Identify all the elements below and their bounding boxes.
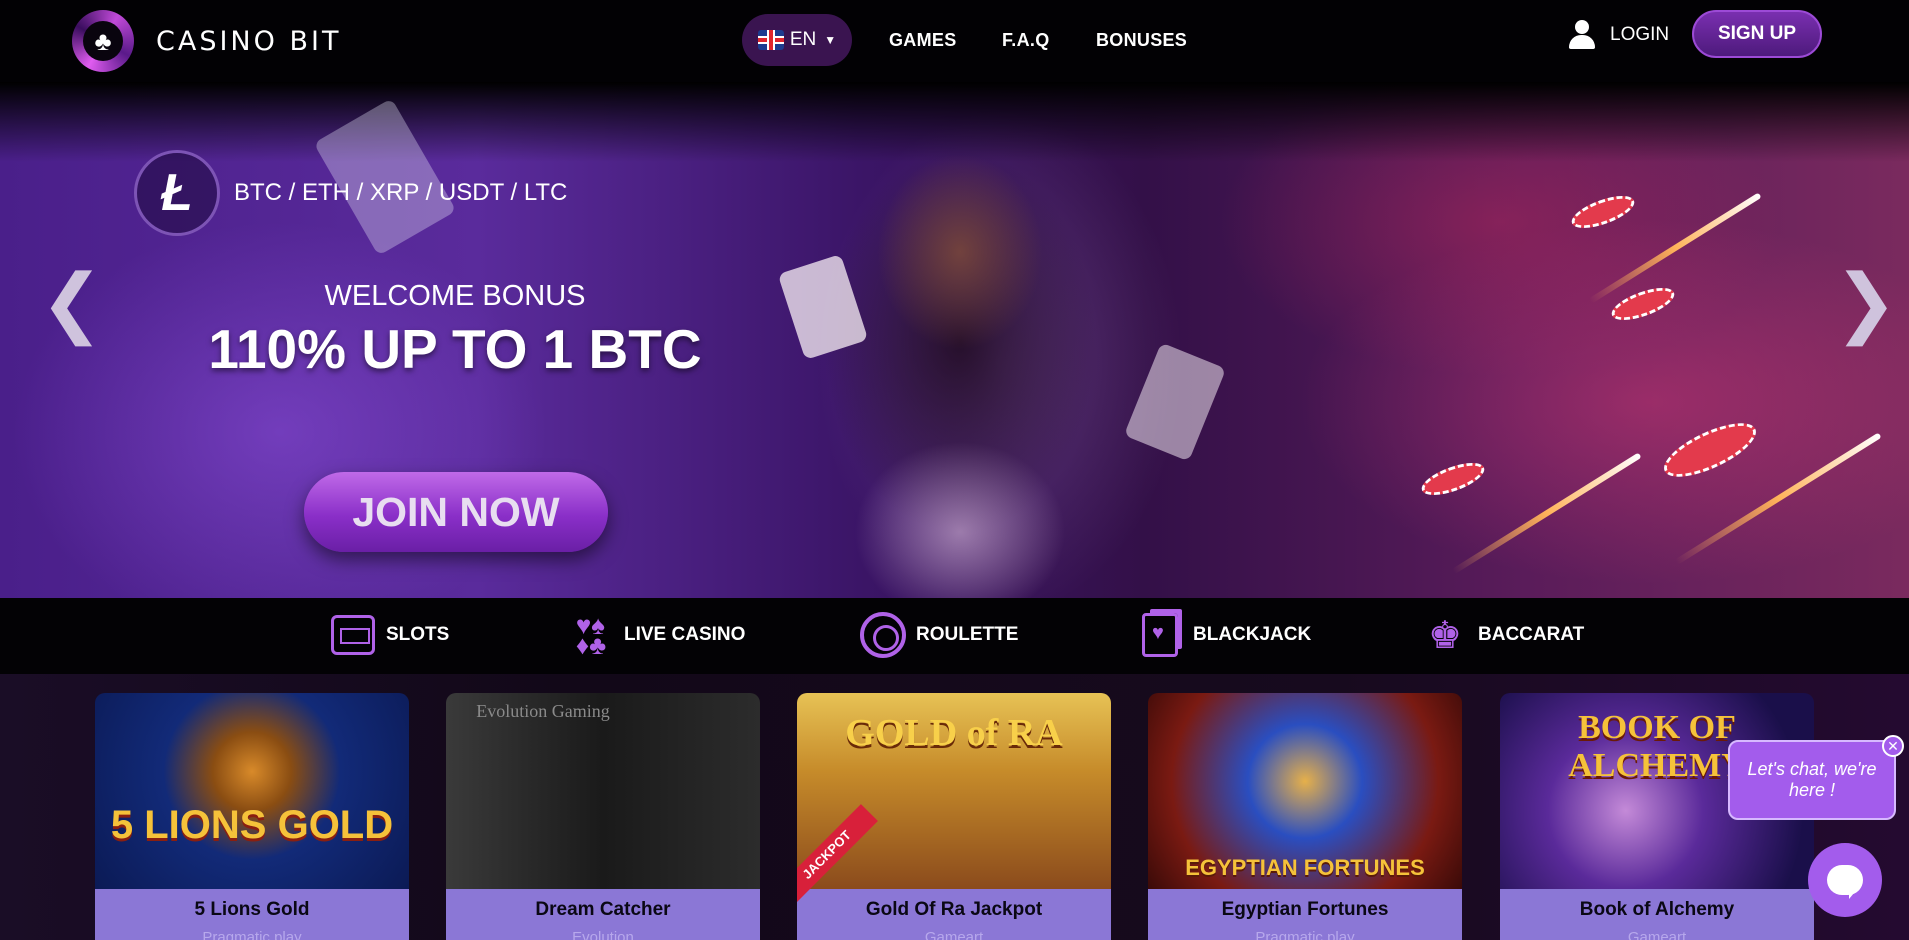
game-card[interactable]: EGYPTIAN FORTUNES Egyptian Fortunes Prag… [1148,693,1462,940]
category-label: BLACKJACK [1193,624,1312,645]
welcome-bonus-label: WELCOME BONUS [324,280,586,312]
category-label: LIVE CASINO [624,624,746,645]
close-icon[interactable]: ✕ [1882,735,1904,757]
chat-button[interactable] [1808,843,1882,917]
poker-chip-decoration [1417,456,1489,502]
hero-model-image [790,112,1130,598]
playing-card-decoration [1123,342,1227,462]
category-slots[interactable]: SLOTS [330,612,449,658]
poker-chip-decoration [1567,189,1639,235]
game-title: Gold Of Ra Jackpot [865,899,1043,920]
nav-faq[interactable]: F.A.Q [1002,30,1050,51]
nav-games[interactable]: GAMES [889,30,957,51]
game-thumbnail[interactable]: 5 LIONS GOLD [95,693,409,889]
game-provider: Pragmatic play [202,929,302,940]
category-baccarat[interactable]: ♚ BACCARAT [1422,612,1584,658]
dealer-icon: ♚ [1427,614,1463,657]
game-thumbnail[interactable]: GOLD of RA JACKPOT [797,693,1111,906]
logo-text: CASINO BIT [156,25,342,57]
game-thumbnail[interactable]: EGYPTIAN FORTUNES [1148,693,1462,889]
category-live-casino[interactable]: ♥♠ ♦♣ LIVE CASINO [568,610,746,660]
user-icon [1568,20,1596,50]
carousel-next-icon[interactable]: ❯ [1834,257,1898,346]
game-provider: Gameart [1627,929,1687,940]
litecoin-icon: Ł [134,150,220,236]
crypto-list: Ł BTC / ETH / XRP / USDT / LTC [134,150,567,236]
header: ♣ CASINO BIT EN ▼ GAMES F.A.Q BONUSES LO… [0,0,1909,82]
poker-chip-decoration [1657,412,1763,488]
language-label: EN [789,29,817,50]
carousel-prev-icon[interactable]: ❮ [40,257,104,346]
category-roulette[interactable]: ROULETTE [860,612,1018,658]
card-suits-icon: ♥♠ ♦♣ [575,610,607,660]
login-button[interactable]: LOGIN [1568,20,1669,50]
chat-prompt-bubble[interactable]: Let's chat, we're here ! [1728,740,1896,820]
game-provider: Pragmatic play [1255,929,1355,940]
chat-icon [1827,865,1863,899]
games-grid: 5 LIONS GOLD 5 Lions Gold Pragmatic play… [0,674,1909,940]
join-now-button[interactable]: JOIN NOW [304,472,608,552]
game-title: Book of Alchemy [1579,899,1735,920]
category-bar: SLOTS ♥♠♦♣ LIVE CASINO ROULETTE BLACKJAC… [0,598,1909,674]
hero-banner: Ł BTC / ETH / XRP / USDT / LTC ❮ ❯ WELCO… [0,82,1909,598]
category-label: BACCARAT [1478,624,1585,645]
game-title: Egyptian Fortunes [1221,899,1389,920]
game-title: Dream Catcher [535,899,671,920]
category-label: ROULETTE [916,624,1019,645]
logo[interactable]: ♣ CASINO BIT [72,10,341,72]
game-card[interactable]: GOLD of RA JACKPOT Gold Of Ra Jackpot Ga… [797,693,1111,940]
login-label: LOGIN [1610,24,1670,45]
crypto-currencies: BTC / ETH / XRP / USDT / LTC [234,179,568,206]
bonus-headline: 110% UP TO 1 BTC [208,318,702,380]
game-title: 5 Lions Gold [194,899,310,920]
game-thumbnail[interactable]: Evolution Gaming [446,693,760,889]
game-provider: Gameart [924,929,984,940]
game-card[interactable]: Evolution Gaming Dream Catcher Evolution [446,693,760,940]
slot-machine-icon [330,612,376,658]
uk-flag-icon [757,30,784,50]
language-selector[interactable]: EN ▼ [742,14,852,66]
nav-bonuses[interactable]: BONUSES [1096,30,1187,51]
playing-card-icon [1137,612,1183,658]
category-label: SLOTS [386,624,450,645]
category-blackjack[interactable]: BLACKJACK [1137,612,1311,658]
game-card[interactable]: 5 LIONS GOLD 5 Lions Gold Pragmatic play [95,693,409,940]
signup-button[interactable]: SIGN UP [1692,10,1822,58]
club-logo-icon: ♣ [72,10,134,72]
game-provider: Evolution [572,929,634,940]
poker-chip-decoration [1607,281,1679,327]
chevron-down-icon: ▼ [824,33,837,47]
roulette-icon [860,612,906,658]
